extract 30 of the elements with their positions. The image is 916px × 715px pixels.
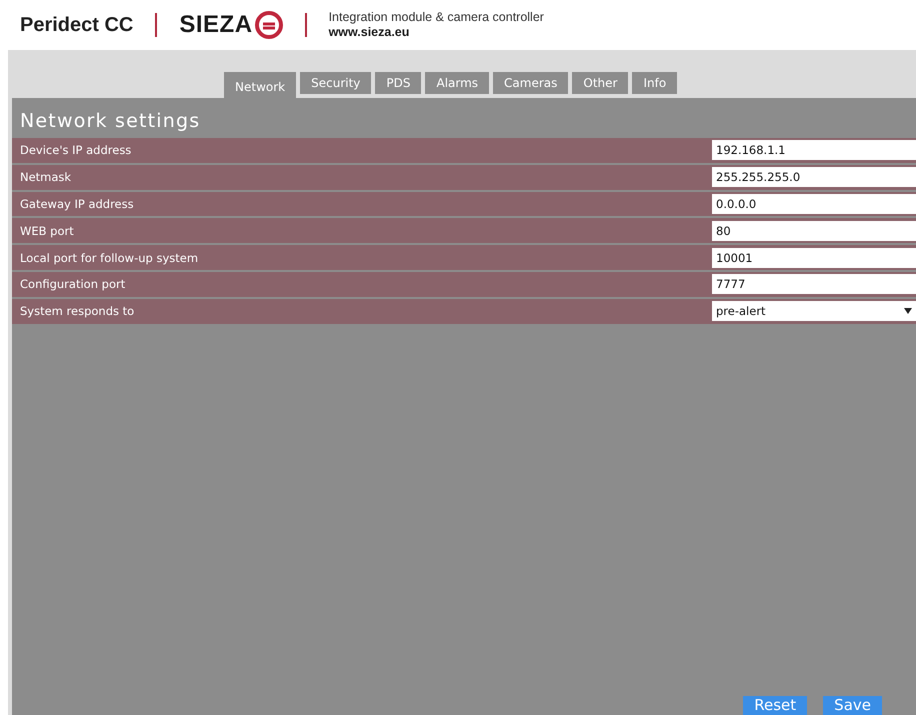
input-field[interactable]: 192.168.1.1 [712,140,916,160]
input-field[interactable]: 0.0.0.0 [712,194,916,214]
section-title: Network settings [19,109,202,134]
product-name: Peridect CC [20,14,134,36]
tab[interactable]: Alarms [425,72,490,94]
dropdown[interactable]: pre-alert [712,301,916,322]
setting-label: Netmask [20,170,72,184]
setting-label: Local port for follow-up system [20,250,200,265]
website-link[interactable]: www.sieza.eu [328,25,544,40]
tab[interactable]: Info [632,72,678,94]
input-field[interactable]: 7777 [712,274,916,294]
setting-label: Gateway IP address [20,196,135,211]
tagline: Integration module & camera controller [328,10,544,25]
logo-icon [254,11,283,39]
tab[interactable]: Security [300,72,372,94]
tab[interactable]: Other [572,72,628,94]
input-field[interactable]: 255.255.255.0 [712,167,916,188]
brand-logo-text: SIEZA [179,11,253,39]
action-button[interactable]: Reset [743,696,808,715]
setting-label: WEB port [20,224,75,238]
dropdown-arrow-icon [904,308,912,314]
tab[interactable]: PDS [375,72,422,94]
action-button[interactable]: Save [823,696,882,715]
tab[interactable]: Network [224,72,296,98]
setting-label: Device's IP address [20,143,132,158]
input-field[interactable]: 80 [712,220,916,241]
input-field[interactable]: 10001 [712,248,916,268]
tab[interactable]: Cameras [493,72,568,94]
setting-label: Configuration port [20,277,126,292]
setting-label: System responds to [20,304,136,318]
